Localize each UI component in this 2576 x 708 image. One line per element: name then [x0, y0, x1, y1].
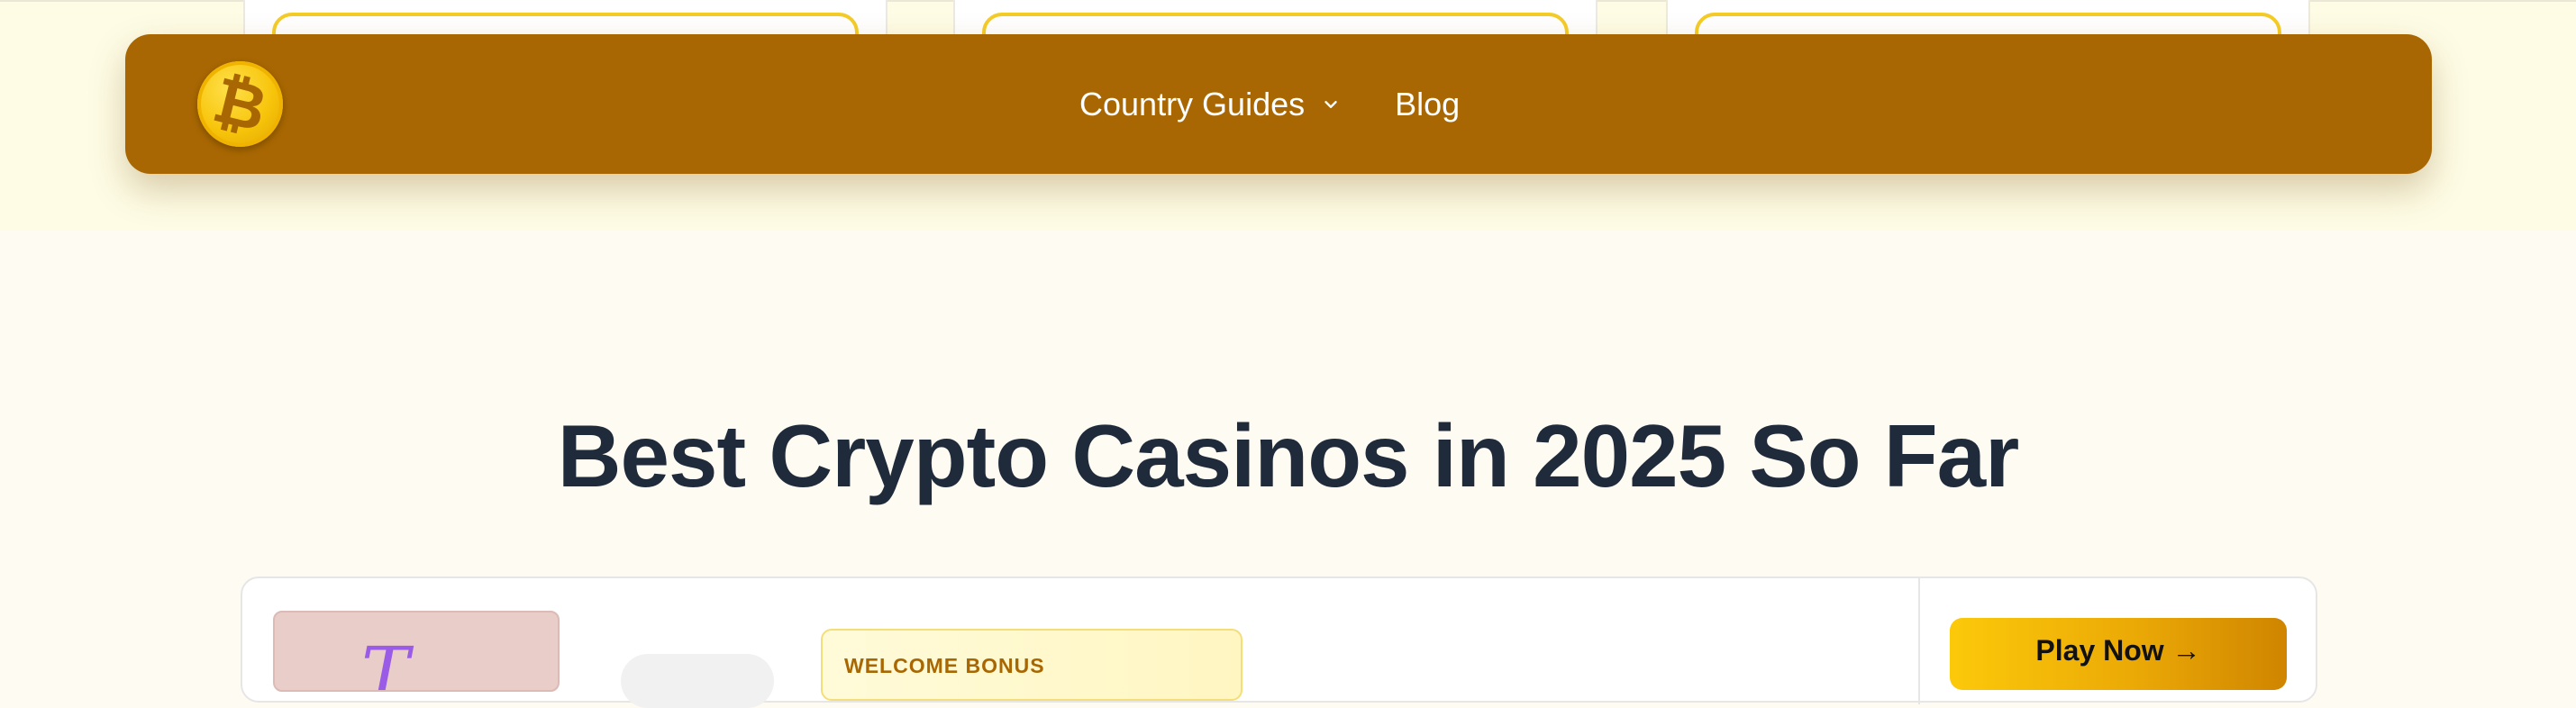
welcome-bonus-label: WELCOME BONUS — [844, 654, 1045, 677]
nav-item-blog[interactable]: Blog — [1395, 86, 1460, 123]
main-navbar: ₿ Country Guides Blog — [125, 34, 2432, 174]
nav-item-country-guides[interactable]: Country Guides — [1079, 86, 1341, 123]
casino-card: T WELCOME BONUS Play Now → — [241, 576, 2317, 708]
nav-menu: Country Guides Blog — [1079, 34, 1460, 174]
card-divider — [1918, 578, 1920, 704]
page-title: Best Crypto Casinos in 2025 So Far — [557, 406, 2020, 505]
bitcoin-icon: ₿ — [205, 61, 275, 147]
nav-item-label: Country Guides — [1079, 85, 1306, 123]
casino-logo[interactable]: T — [273, 611, 560, 692]
site-logo[interactable]: ₿ — [197, 61, 283, 147]
play-now-button[interactable]: Play Now → — [1950, 618, 2287, 690]
nav-item-label: Blog — [1395, 85, 1461, 123]
casino-logo-letter: T — [361, 631, 410, 692]
welcome-bonus-box: WELCOME BONUS — [821, 629, 1242, 701]
rating-badge — [621, 654, 774, 708]
chevron-down-icon — [1324, 100, 1337, 108]
